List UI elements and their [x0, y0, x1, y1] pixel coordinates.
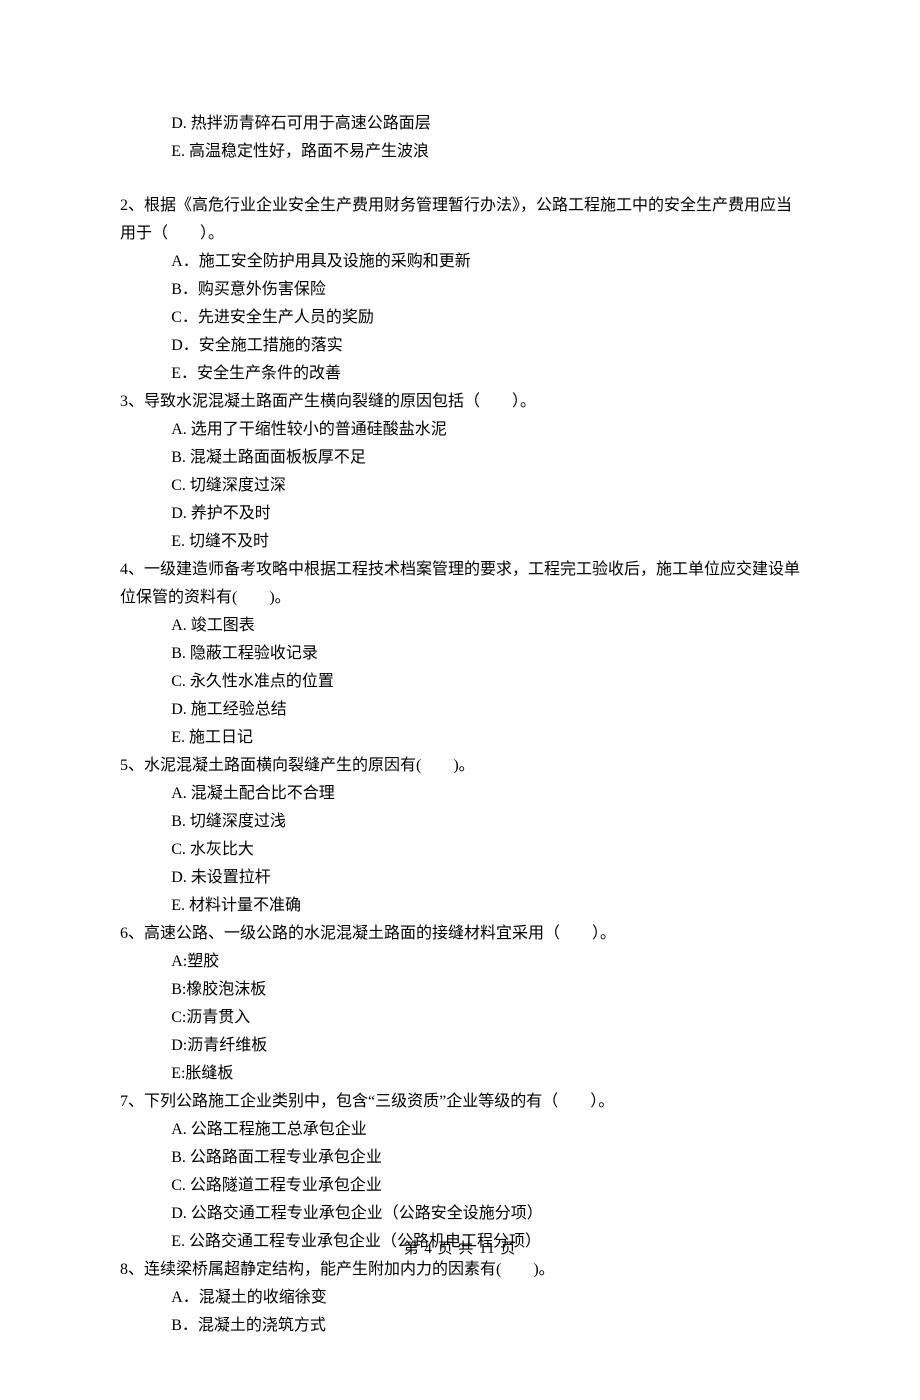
q2-option-c: C．先进安全生产人员的奖励	[120, 304, 800, 332]
q5-option-d: D. 未设置拉杆	[120, 864, 800, 892]
q7-stem: 7、下列公路施工企业类别中，包含“三级资质”企业等级的有（ ）。	[120, 1088, 800, 1116]
q5-option-b: B. 切缝深度过浅	[120, 808, 800, 836]
q3-option-d: D. 养护不及时	[120, 500, 800, 528]
q3-stem: 3、导致水泥混凝土路面产生横向裂缝的原因包括（ ）。	[120, 388, 800, 416]
q6-option-b: B:橡胶泡沫板	[120, 976, 800, 1004]
q5-option-a: A. 混凝土配合比不合理	[120, 780, 800, 808]
q4-stem: 4、一级建造师备考攻略中根据工程技术档案管理的要求，工程完工验收后，施工单位应交…	[120, 556, 800, 612]
q4-option-e: E. 施工日记	[120, 724, 800, 752]
q4-option-a: A. 竣工图表	[120, 612, 800, 640]
q6-stem: 6、高速公路、一级公路的水泥混凝土路面的接缝材料宜采用（ ）。	[120, 920, 800, 948]
q3-option-e: E. 切缝不及时	[120, 528, 800, 556]
q3-option-b: B. 混凝土路面面板板厚不足	[120, 444, 800, 472]
q1-option-d: D. 热拌沥青碎石可用于高速公路面层	[120, 110, 800, 138]
page-body: D. 热拌沥青碎石可用于高速公路面层 E. 高温稳定性好，路面不易产生波浪 2、…	[0, 0, 920, 1400]
q3-option-a: A. 选用了干缩性较小的普通硅酸盐水泥	[120, 416, 800, 444]
q6-option-e: E:胀缝板	[120, 1060, 800, 1088]
q5-option-c: C. 水灰比大	[120, 836, 800, 864]
q1-option-e: E. 高温稳定性好，路面不易产生波浪	[120, 138, 800, 166]
q4-option-b: B. 隐蔽工程验收记录	[120, 640, 800, 668]
q4-option-d: D. 施工经验总结	[120, 696, 800, 724]
q7-option-a: A. 公路工程施工总承包企业	[120, 1116, 800, 1144]
q8-stem: 8、连续梁桥属超静定结构，能产生附加内力的因素有( )。	[120, 1256, 800, 1284]
q4-option-c: C. 永久性水准点的位置	[120, 668, 800, 696]
q8-option-b: B．混凝土的浇筑方式	[120, 1312, 800, 1340]
q2-option-a: A．施工安全防护用具及设施的采购和更新	[120, 248, 800, 276]
q5-stem: 5、水泥混凝土路面横向裂缝产生的原因有( )。	[120, 752, 800, 780]
q6-option-c: C:沥青贯入	[120, 1004, 800, 1032]
q8-option-a: A．混凝土的收缩徐变	[120, 1284, 800, 1312]
q7-option-c: C. 公路隧道工程专业承包企业	[120, 1172, 800, 1200]
q5-option-e: E. 材料计量不准确	[120, 892, 800, 920]
q6-option-d: D:沥青纤维板	[120, 1032, 800, 1060]
spacer	[120, 166, 800, 192]
q7-option-d: D. 公路交通工程专业承包企业（公路安全设施分项）	[120, 1200, 800, 1228]
q2-stem: 2、根据《高危行业企业安全生产费用财务管理暂行办法》，公路工程施工中的安全生产费…	[120, 192, 800, 248]
q3-option-c: C. 切缝深度过深	[120, 472, 800, 500]
q2-option-d: D．安全施工措施的落实	[120, 332, 800, 360]
q2-option-e: E．安全生产条件的改善	[120, 360, 800, 388]
page-footer: 第 4 页 共 11 页	[0, 1237, 920, 1258]
q7-option-b: B. 公路路面工程专业承包企业	[120, 1144, 800, 1172]
q2-option-b: B．购买意外伤害保险	[120, 276, 800, 304]
q6-option-a: A:塑胶	[120, 948, 800, 976]
